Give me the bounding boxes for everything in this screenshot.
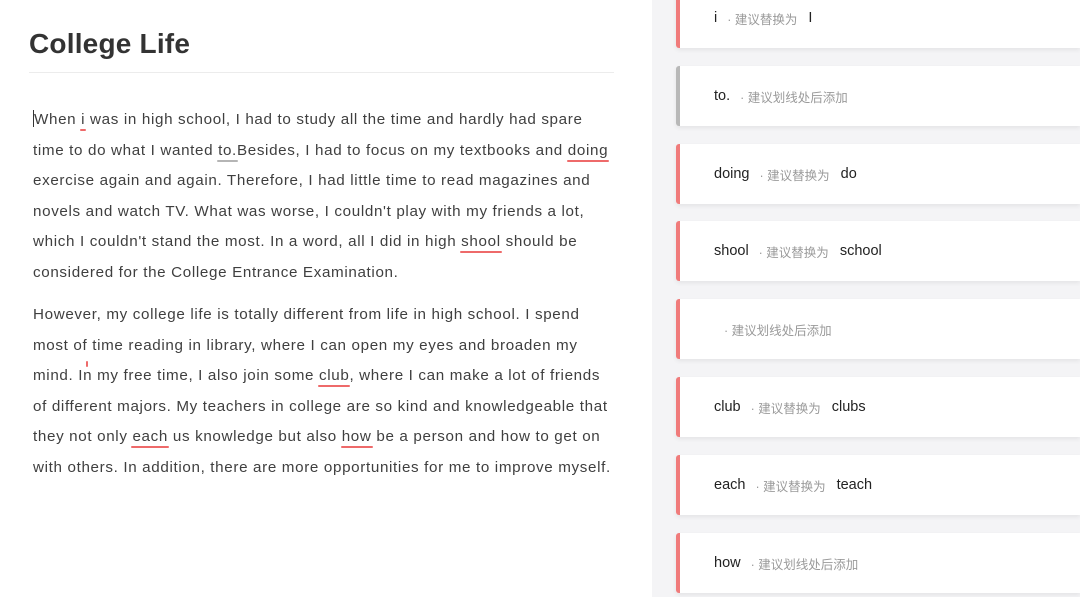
essay-body[interactable]: When i was in high school, I had to stud… [33,105,618,495]
suggestion-hint: · 建议替换为 [727,12,798,27]
suggestion-card[interactable]: to. · 建议划线处后添加 [676,66,1080,126]
suggestion-replacement: school [839,243,882,259]
suggestion-replacement: do [840,166,857,182]
flagged-word[interactable]: to. [218,142,237,159]
suggestion-original: i [714,10,718,26]
suggestion-hint: · 建议划线处后添加 [750,557,859,572]
suggestion-original: each [714,477,746,493]
suggestion-replacement: I [808,10,813,26]
document-title: College Life [29,28,191,59]
suggestion-hint: · 建议划线处后添加 [724,323,832,338]
flagged-word[interactable]: club [319,367,349,384]
suggestion-hint: · 建议替换为 [750,401,821,416]
editor-pane: College Life When i was in high school, … [0,0,652,597]
paragraph[interactable]: When i was in high school, I had to stud… [33,105,618,288]
suggestion-card[interactable]: i · 建议替换为 I [676,0,1080,48]
suggestion-hint: · 建议替换为 [755,479,826,494]
paragraph[interactable]: However, my college life is totally diff… [33,300,618,483]
suggestion-card[interactable]: each · 建议替换为 teach [676,455,1080,515]
suggestion-hint: · 建议替换为 [758,245,829,260]
suggestion-hint: · 建议划线处后添加 [740,90,848,105]
suggestion-card[interactable]: · 建议划线处后添加 [676,299,1080,359]
suggestion-original: club [714,399,741,415]
text-run: us knowledge but also [168,428,342,445]
suggestion-card[interactable]: doing · 建议替换为 do [676,144,1080,204]
title-divider [29,72,614,73]
text-run: Besides, I had to focus on my textbooks … [236,141,568,159]
suggestion-card[interactable]: shool · 建议替换为 school [676,221,1080,281]
suggestions-panel: i · 建议替换为 Ito. · 建议划线处后添加 doing · 建议替换为 do shoo… [652,0,1080,597]
suggestion-card[interactable]: how · 建议划线处后添加 [676,533,1080,593]
suggestion-replacement: clubs [831,399,866,415]
flagged-word[interactable]: each [132,428,168,445]
suggestion-original: to. [714,88,731,104]
flagged-word[interactable]: i [81,111,85,128]
suggestion-original: doing [714,166,750,182]
suggestion-card[interactable]: club · 建议替换为 clubs [676,377,1080,437]
flagged-word[interactable]: how [342,428,372,445]
flagged-word[interactable]: doing [568,142,608,159]
flagged-word[interactable]: shool [461,233,501,250]
suggestion-original: shool [714,243,749,259]
suggestion-replacement: teach [836,477,873,493]
suggestion-original: how [714,555,741,571]
suggestion-hint: · 建议替换为 [759,168,830,183]
text-run: When [34,111,82,128]
